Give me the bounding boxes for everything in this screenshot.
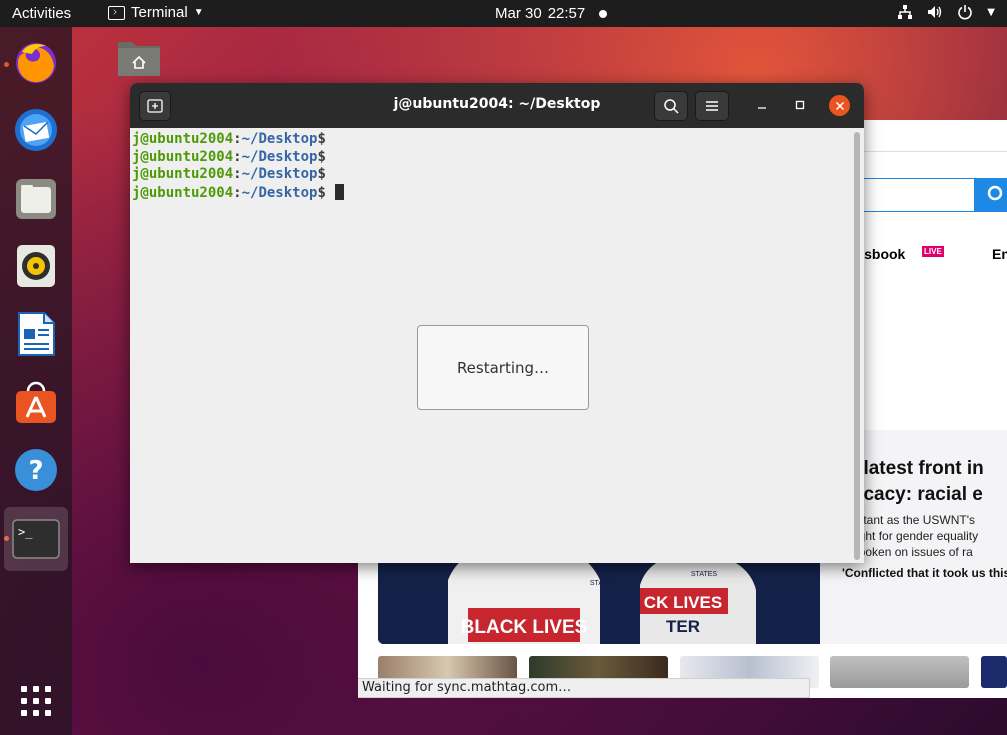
terminal-icon[interactable]: >_ [4, 507, 68, 571]
minimize-icon [758, 107, 766, 109]
system-status-area[interactable]: ▼ [897, 4, 995, 20]
maximize-icon [795, 100, 805, 110]
clock[interactable]: Mar 30 22:57 [495, 5, 608, 22]
thunderbird-icon[interactable] [11, 105, 61, 155]
home-folder-icon[interactable] [116, 36, 162, 78]
terminal-scrollbar[interactable] [854, 132, 860, 560]
svg-text:?: ? [28, 456, 43, 486]
hamburger-menu-icon [706, 101, 718, 111]
libreoffice-writer-icon[interactable] [11, 309, 61, 359]
desktop: Activities Terminal ▼ Mar 30 22:57 ▼ ? >… [0, 0, 1007, 735]
ubuntu-software-icon[interactable] [11, 377, 61, 427]
text-cursor [334, 183, 344, 200]
rhythmbox-icon[interactable] [11, 241, 61, 291]
jersey-text-1: BLACK LIVES [461, 617, 588, 638]
browser-toolbar [858, 120, 1007, 152]
help-icon[interactable]: ? [11, 445, 61, 495]
prompt-line: j@ubuntu2004:~/Desktop$ [132, 131, 326, 147]
restarting-message: Restarting… [456, 358, 550, 377]
app-menu-label: Terminal [131, 4, 188, 21]
dock: ? >_ [0, 27, 72, 735]
close-button[interactable] [829, 95, 850, 116]
network-icon [898, 5, 913, 19]
chevron-down-icon: ▼ [987, 6, 995, 18]
thumbnail[interactable] [830, 656, 969, 688]
svg-text:>_: >_ [18, 525, 33, 539]
top-bar: Activities Terminal ▼ Mar 30 22:57 ▼ [0, 0, 1007, 27]
notification-dot-icon [599, 9, 608, 18]
clock-date: Mar 30 [495, 5, 542, 22]
prompt-line-active: j@ubuntu2004:~/Desktop$ [132, 183, 850, 203]
activities-button[interactable]: Activities [12, 5, 71, 22]
terminal-search-button[interactable] [654, 91, 688, 121]
browser-status-bar: Waiting for sync.mathtag.com… [358, 678, 810, 698]
terminal-app-icon [108, 5, 125, 20]
search-icon [664, 99, 679, 114]
chevron-down-icon: ▼ [193, 7, 204, 18]
power-icon [958, 5, 973, 20]
files-icon[interactable] [11, 173, 61, 223]
live-badge: LIVE [922, 246, 944, 257]
minimize-button[interactable] [752, 95, 772, 115]
site-search-button[interactable] [974, 178, 1007, 212]
jersey-brand-1: STATES [590, 580, 617, 587]
prompt-line: j@ubuntu2004:~/Desktop$ [132, 148, 326, 165]
nav-entertainment[interactable]: En [992, 246, 1007, 262]
terminal-window[interactable]: j@ubuntu2004: ~/Desktop j@ubuntu2004:~/D… [130, 83, 864, 563]
jersey-text-2a: CK LIVES [644, 593, 722, 612]
related-link[interactable]: 'Conflicted that it took us this [842, 566, 1007, 580]
thumbnail[interactable] [981, 656, 1007, 688]
firefox-icon[interactable] [11, 37, 61, 87]
jersey-text-2b: TER [666, 617, 700, 636]
search-icon [987, 185, 1003, 201]
app-menu[interactable]: Terminal ▼ [108, 4, 204, 21]
terminal-titlebar[interactable]: j@ubuntu2004: ~/Desktop [130, 83, 864, 128]
restarting-dialog: Restarting… [417, 325, 589, 410]
prompt-line: j@ubuntu2004:~/Desktop$ [132, 166, 326, 183]
show-applications-button[interactable] [21, 686, 51, 716]
volume-icon [928, 6, 942, 18]
jersey-brand-2: STATES [691, 571, 718, 578]
close-icon [835, 101, 844, 110]
running-indicator [4, 62, 9, 67]
site-search-input[interactable] [858, 178, 974, 212]
terminal-menu-button[interactable] [695, 91, 729, 121]
clock-time: 22:57 [547, 5, 586, 22]
maximize-button[interactable] [790, 95, 810, 115]
